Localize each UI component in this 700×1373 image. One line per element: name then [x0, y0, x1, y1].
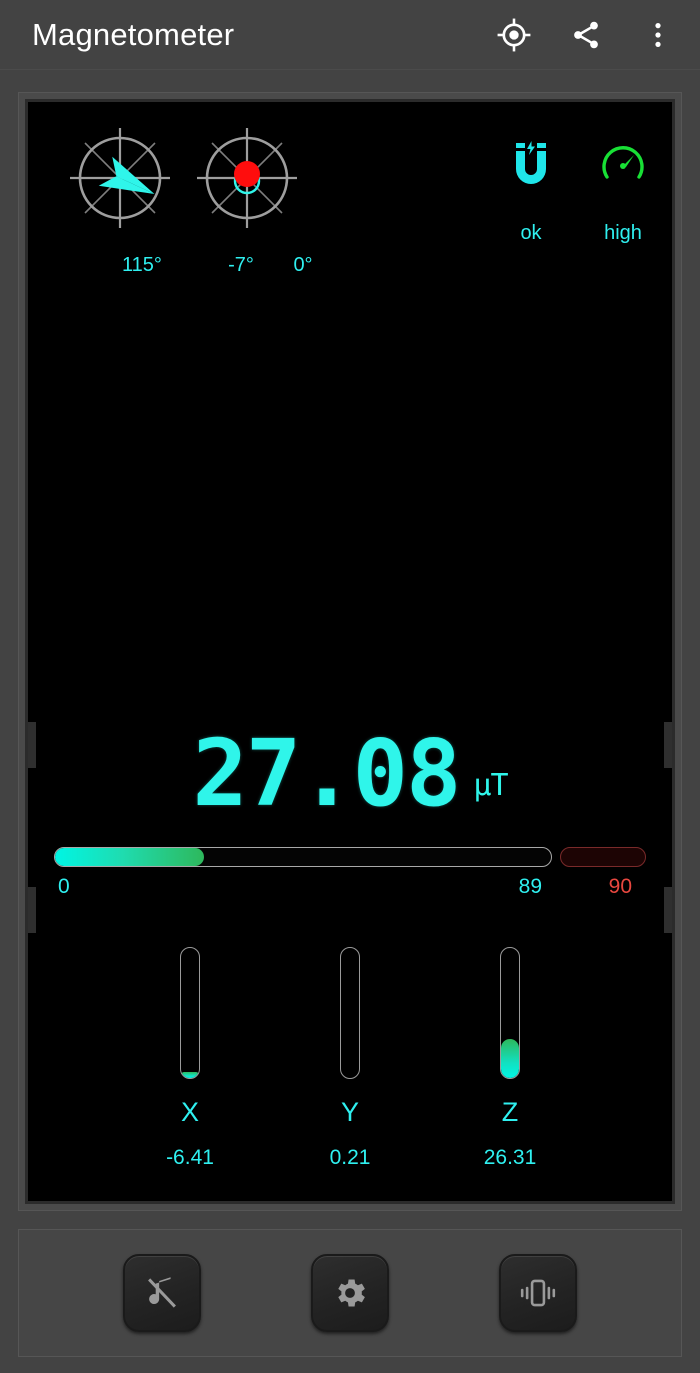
- axis-label: Z: [501, 1097, 519, 1127]
- app-bar-actions: [494, 15, 678, 55]
- range-meter: 0 89 90: [28, 847, 672, 927]
- range-bars: [54, 847, 646, 867]
- status-item-rate[interactable]: high: [592, 126, 654, 245]
- axis-bars: X -6.41 Y 0.21 Z 26.31: [28, 947, 672, 1197]
- vibrate-icon: [517, 1275, 559, 1311]
- field-unit: µT: [473, 768, 508, 803]
- axis-value: 26.31: [483, 1146, 537, 1169]
- bezel-notch: [28, 722, 36, 768]
- share-icon: [570, 19, 602, 51]
- field-readout: 27.08 µT: [28, 707, 672, 827]
- display-screen: 115° -7° 0° ok high 27.08 µT 0 89 90 X -…: [25, 99, 675, 1204]
- status-label-sensor: ok: [520, 222, 542, 244]
- axis-x: X -6.41: [166, 947, 214, 1197]
- app-bar: Magnetometer: [0, 0, 700, 70]
- axis-label: X: [180, 1097, 199, 1127]
- share-button[interactable]: [566, 15, 606, 55]
- status-label-rate: high: [604, 222, 642, 244]
- bezel-notch: [664, 722, 672, 768]
- range-overflow-segment: [560, 847, 646, 867]
- status-item-sensor[interactable]: ok: [500, 126, 562, 245]
- axis-value: 0.21: [329, 1146, 371, 1169]
- display-bezel-wrap: 115° -7° 0° ok high 27.08 µT 0 89 90 X -…: [0, 70, 700, 1215]
- range-min-label: 0: [58, 875, 70, 898]
- gauge-row: 115° -7° 0° ok high: [28, 114, 672, 294]
- display-bezel: 115° -7° 0° ok high 27.08 µT 0 89 90 X -…: [18, 92, 682, 1211]
- bezel-notch: [664, 887, 672, 933]
- range-fill: [55, 848, 204, 866]
- axis-fill: [181, 1071, 199, 1078]
- status-cluster: ok high: [500, 126, 654, 245]
- level-bubble-dot: [234, 161, 260, 187]
- overflow-menu-button[interactable]: [638, 15, 678, 55]
- axis-tube: [180, 947, 200, 1079]
- calibrate-button[interactable]: [494, 15, 534, 55]
- level-gauge[interactable]: [195, 126, 299, 230]
- vibrate-button[interactable]: [499, 1254, 577, 1332]
- page-title: Magnetometer: [32, 16, 235, 52]
- range-labels: 0 89 90: [54, 875, 646, 907]
- overflow-menu-icon: [645, 20, 671, 50]
- gauge-label-row: 115° -7° 0°: [28, 254, 672, 284]
- axis-tube: [340, 947, 360, 1079]
- range-track: [54, 847, 552, 867]
- magnetometer-app: Magnetometer 115° -7° 0° ok high 27.08 µ…: [0, 0, 700, 1373]
- roll-value: 0°: [293, 254, 313, 276]
- axis-z: Z 26.31: [483, 947, 537, 1197]
- bottom-toolbar: [18, 1229, 682, 1357]
- range-max-label: 89: [518, 875, 542, 898]
- axis-y: Y 0.21: [326, 947, 374, 1197]
- speedometer-icon: [592, 126, 654, 204]
- axis-value: -6.41: [166, 1146, 214, 1169]
- axis-fill: [501, 1039, 519, 1078]
- axis-tube: [500, 947, 520, 1079]
- bottom-toolbar-wrap: [0, 1215, 700, 1373]
- magnet-icon: [500, 126, 562, 204]
- heading-gauge[interactable]: [68, 126, 172, 230]
- music-note-off-icon: [142, 1273, 182, 1313]
- heading-value: 115°: [122, 254, 162, 276]
- sound-off-button[interactable]: [123, 1254, 201, 1332]
- gear-icon: [331, 1274, 369, 1312]
- settings-button[interactable]: [311, 1254, 389, 1332]
- calibrate-icon: [497, 18, 531, 52]
- range-overflow-label: 90: [608, 875, 632, 898]
- bezel-notch: [28, 887, 36, 933]
- field-value: 27.08: [192, 719, 461, 827]
- axis-label: Y: [340, 1097, 359, 1127]
